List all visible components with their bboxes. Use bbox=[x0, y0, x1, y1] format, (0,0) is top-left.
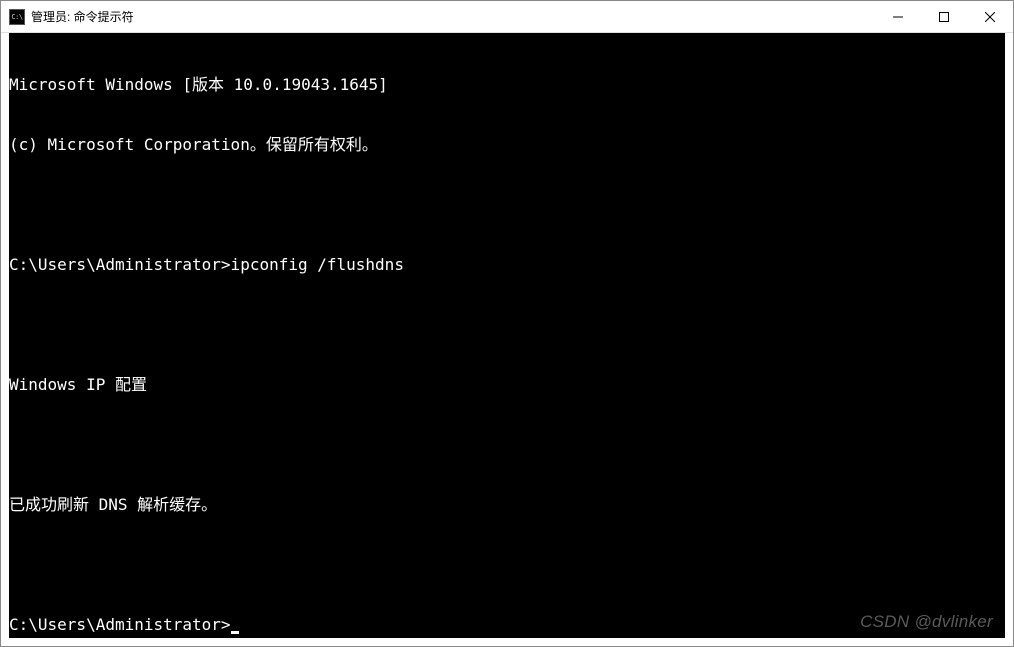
window-title: 管理员: 命令提示符 bbox=[31, 8, 875, 25]
terminal-line bbox=[9, 315, 1005, 335]
watermark: CSDN @dvlinker bbox=[860, 612, 993, 632]
minimize-button[interactable] bbox=[875, 1, 921, 32]
close-icon bbox=[985, 12, 995, 22]
window-controls bbox=[875, 1, 1013, 32]
terminal-line: Windows IP 配置 bbox=[9, 375, 1005, 395]
cmd-icon-text: C:\ bbox=[11, 13, 22, 21]
terminal-line bbox=[9, 435, 1005, 455]
terminal-prompt: C:\Users\Administrator> bbox=[9, 615, 231, 634]
terminal-line: C:\Users\Administrator>ipconfig /flushdn… bbox=[9, 255, 1005, 275]
terminal-area[interactable]: Microsoft Windows [版本 10.0.19043.1645] (… bbox=[9, 33, 1005, 638]
terminal-prompt-line: C:\Users\Administrator> bbox=[9, 615, 1005, 635]
close-button[interactable] bbox=[967, 1, 1013, 32]
terminal-line: Microsoft Windows [版本 10.0.19043.1645] bbox=[9, 75, 1005, 95]
terminal-line: (c) Microsoft Corporation。保留所有权利。 bbox=[9, 135, 1005, 155]
cursor bbox=[231, 631, 239, 634]
maximize-button[interactable] bbox=[921, 1, 967, 32]
maximize-icon bbox=[939, 12, 949, 22]
terminal-line bbox=[9, 555, 1005, 575]
minimize-icon bbox=[893, 12, 903, 22]
terminal-line: 已成功刷新 DNS 解析缓存。 bbox=[9, 495, 1005, 515]
cmd-icon: C:\ bbox=[9, 9, 25, 25]
titlebar: C:\ 管理员: 命令提示符 bbox=[1, 1, 1013, 33]
terminal-line bbox=[9, 195, 1005, 215]
